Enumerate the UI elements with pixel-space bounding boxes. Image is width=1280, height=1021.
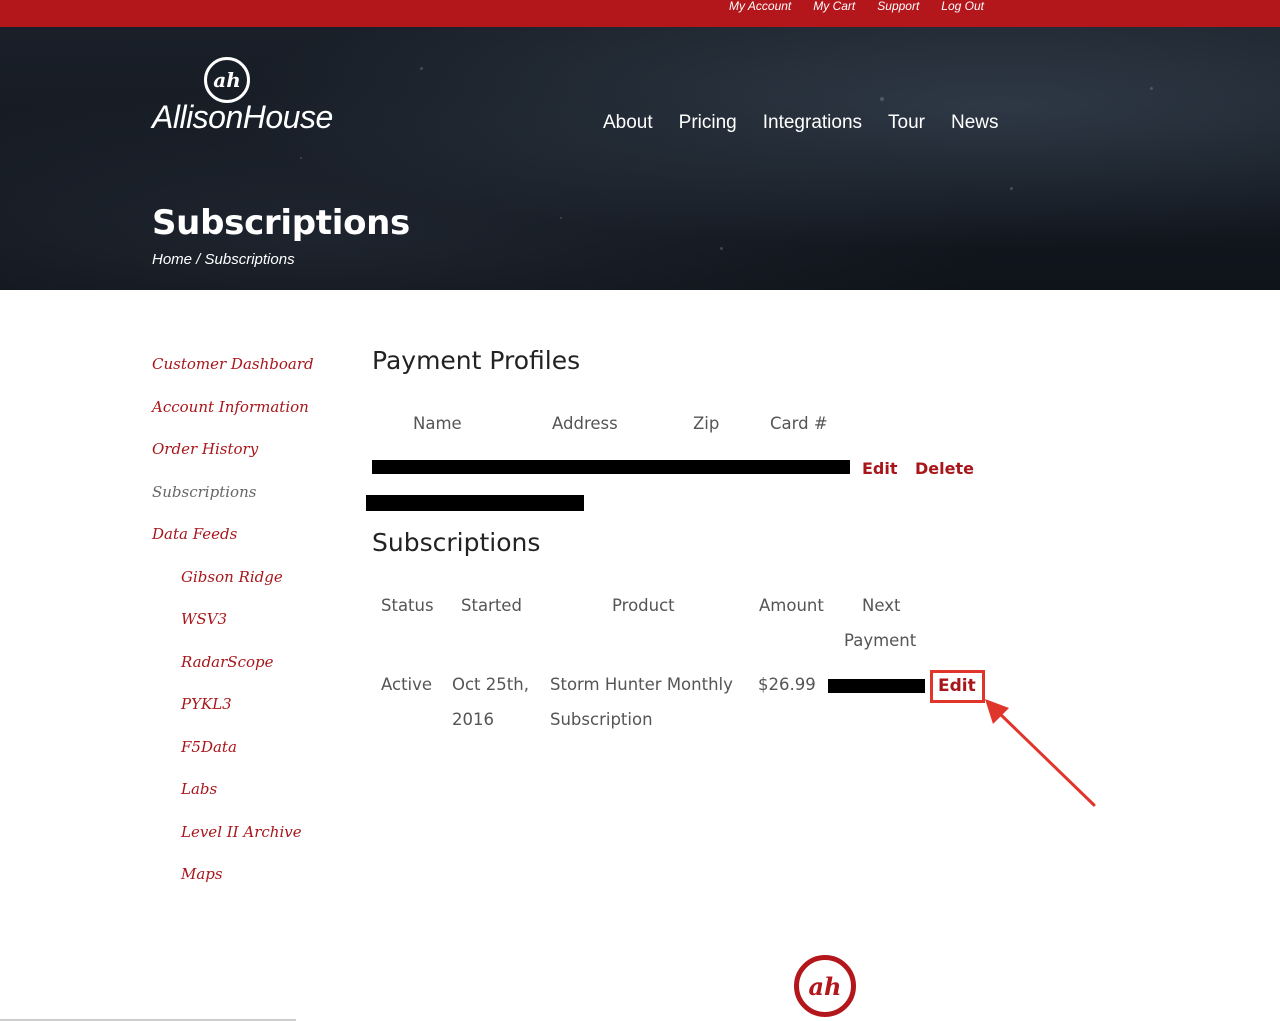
redacted-profile-row	[372, 460, 850, 474]
my-cart-link[interactable]: My Cart	[813, 0, 855, 12]
sidebar-item-radarscope[interactable]: RadarScope	[152, 652, 352, 695]
breadcrumb: Home / Subscriptions	[152, 251, 295, 268]
utility-links: My Account My Cart Support Log Out	[729, 0, 984, 12]
subscription-started-year: 2016	[452, 710, 494, 729]
nav-tour[interactable]: Tour	[888, 112, 925, 134]
page-title: Subscriptions	[152, 203, 410, 243]
profile-edit-link[interactable]: Edit	[862, 459, 898, 478]
background-speck	[720, 247, 723, 250]
log-out-link[interactable]: Log Out	[941, 0, 984, 12]
nav-pricing[interactable]: Pricing	[679, 112, 737, 134]
hero-header: ah AllisonHouse About Pricing Integratio…	[0, 27, 1280, 290]
top-utility-bar: My Account My Cart Support Log Out	[0, 0, 1280, 27]
sub-column-product: Product	[612, 596, 675, 615]
background-speck	[300, 157, 302, 159]
sidebar-item-wsv3[interactable]: WSV3	[152, 609, 352, 652]
sub-column-status: Status	[381, 596, 434, 615]
subscriptions-title: Subscriptions	[372, 528, 541, 557]
sidebar-item-data-feeds[interactable]: Data Feeds	[152, 524, 352, 567]
logo-mark-icon: ah	[204, 57, 250, 103]
sub-column-amount: Amount	[759, 596, 824, 615]
sidebar-item-order-history[interactable]: Order History	[152, 439, 352, 482]
redacted-next-payment	[828, 679, 925, 693]
nav-integrations[interactable]: Integrations	[763, 112, 862, 134]
sidebar-item-level-ii-archive[interactable]: Level II Archive	[152, 822, 352, 865]
support-link[interactable]: Support	[877, 0, 919, 12]
subscription-status: Active	[381, 675, 433, 694]
sidebar-item-account-information[interactable]: Account Information	[152, 397, 352, 440]
background-speck	[560, 217, 562, 219]
profile-delete-link[interactable]: Delete	[915, 459, 974, 478]
sub-column-next: Next	[862, 596, 901, 615]
subscription-started-date: Oct 25th,	[452, 675, 529, 694]
nav-news[interactable]: News	[951, 112, 999, 134]
sidebar-item-subscriptions[interactable]: Subscriptions	[152, 482, 352, 525]
pp-column-address: Address	[552, 414, 618, 433]
subscription-amount: $26.99	[758, 675, 816, 694]
sidebar-item-customer-dashboard[interactable]: Customer Dashboard	[152, 354, 352, 397]
sub-column-payment: Payment	[844, 631, 917, 650]
background-speck	[1010, 187, 1013, 190]
main-nav: About Pricing Integrations Tour News	[603, 112, 999, 134]
redacted-profile-detail	[366, 495, 584, 511]
pp-column-zip: Zip	[693, 414, 720, 433]
pp-column-name: Name	[413, 414, 462, 433]
account-sidebar: Customer Dashboard Account Information O…	[152, 354, 352, 907]
breadcrumb-separator: /	[192, 251, 205, 268]
nav-about[interactable]: About	[603, 112, 653, 134]
sidebar-item-maps[interactable]: Maps	[152, 864, 352, 907]
subscription-product-line2: Subscription	[550, 710, 653, 729]
sub-column-started: Started	[461, 596, 522, 615]
background-speck	[1150, 87, 1153, 90]
subscription-product: Storm Hunter Monthly	[550, 675, 733, 694]
subscription-edit-link[interactable]: Edit	[938, 676, 976, 696]
background-speck	[880, 97, 884, 101]
my-account-link[interactable]: My Account	[729, 0, 791, 12]
pp-column-card: Card #	[770, 414, 828, 433]
sidebar-item-f5data[interactable]: F5Data	[152, 737, 352, 780]
allisonhouse-logo[interactable]: ah AllisonHouse	[152, 57, 352, 137]
logo-wordmark: AllisonHouse	[152, 99, 333, 135]
sidebar-item-gibson-ridge[interactable]: Gibson Ridge	[152, 567, 352, 610]
annotation-arrow-icon	[985, 699, 1096, 807]
payment-profiles-title: Payment Profiles	[372, 346, 581, 375]
background-speck	[420, 67, 423, 70]
breadcrumb-current: Subscriptions	[204, 251, 295, 268]
footer-logo-icon: ah	[794, 955, 856, 1017]
breadcrumb-home[interactable]: Home	[152, 251, 192, 268]
sidebar-item-labs[interactable]: Labs	[152, 779, 352, 822]
sidebar-item-pykl3[interactable]: PYKL3	[152, 694, 352, 737]
